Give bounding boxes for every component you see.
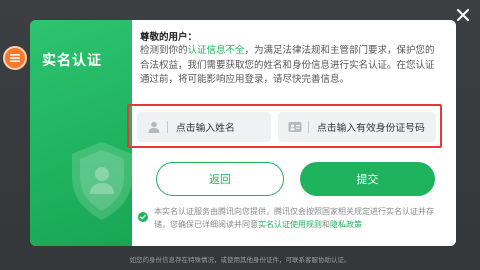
notice-highlight: 认证信息不全 [187, 45, 245, 56]
greeting: 尊敬的用户： [140, 32, 198, 43]
agreement-text: 本实名认证服务由腾讯向您提供，腾讯仅会按照国家相关规定进行实名认证并存储，您确保… [154, 206, 446, 231]
privacy-policy-link[interactable]: 隐私政策 [330, 220, 362, 229]
field-divider [308, 121, 309, 133]
agreement-conj: 和 [322, 219, 330, 229]
person-icon [148, 121, 160, 133]
submit-button[interactable]: 提交 [300, 162, 435, 196]
name-placeholder: 点击输入姓名 [176, 123, 235, 134]
check-circle-icon [139, 214, 147, 220]
notice-text-start: 检测到你的 [140, 45, 188, 56]
dialog-side-panel: 实名认证 [30, 20, 132, 246]
usage-rules-link[interactable]: 实名认证使用规则 [258, 220, 322, 229]
dialog-title: 实名认证 [42, 53, 102, 69]
field-divider [167, 121, 168, 133]
footer-note: 如您的身份信息存在特殊情况，或使用其他身份证件，可联系客服协助认证。 [129, 256, 351, 264]
agree-checkbox[interactable] [138, 212, 148, 222]
back-button[interactable]: 返回 [156, 162, 284, 196]
close-icon [457, 9, 469, 21]
id-number-placeholder: 点击输入有效身份证号码 [317, 123, 425, 134]
dialog-content: 尊敬的用户： 检测到你的认证信息不全，为满足法律法规和主管部门要求，保护您的合法… [127, 20, 456, 246]
shield-user-icon [72, 142, 132, 220]
floating-menu-button[interactable] [3, 46, 27, 70]
id-card-icon [288, 122, 302, 132]
id-number-input[interactable]: 点击输入有效身份证号码 [278, 112, 436, 142]
menu-icon [10, 54, 20, 62]
notice-text: 检测到你的认证信息不全，为满足法律法规和主管部门要求，保护您的合法权益，我们需要… [140, 44, 440, 88]
real-name-auth-dialog: 实名认证 尊敬的用户： 检测到你的认证信息不全，为满足法律法规和主管部门要求，保… [30, 20, 456, 246]
identity-form: 点击输入姓名 点击输入有效身份证号码 [127, 104, 442, 148]
name-input[interactable]: 点击输入姓名 [137, 112, 271, 142]
close-button[interactable] [454, 6, 472, 24]
